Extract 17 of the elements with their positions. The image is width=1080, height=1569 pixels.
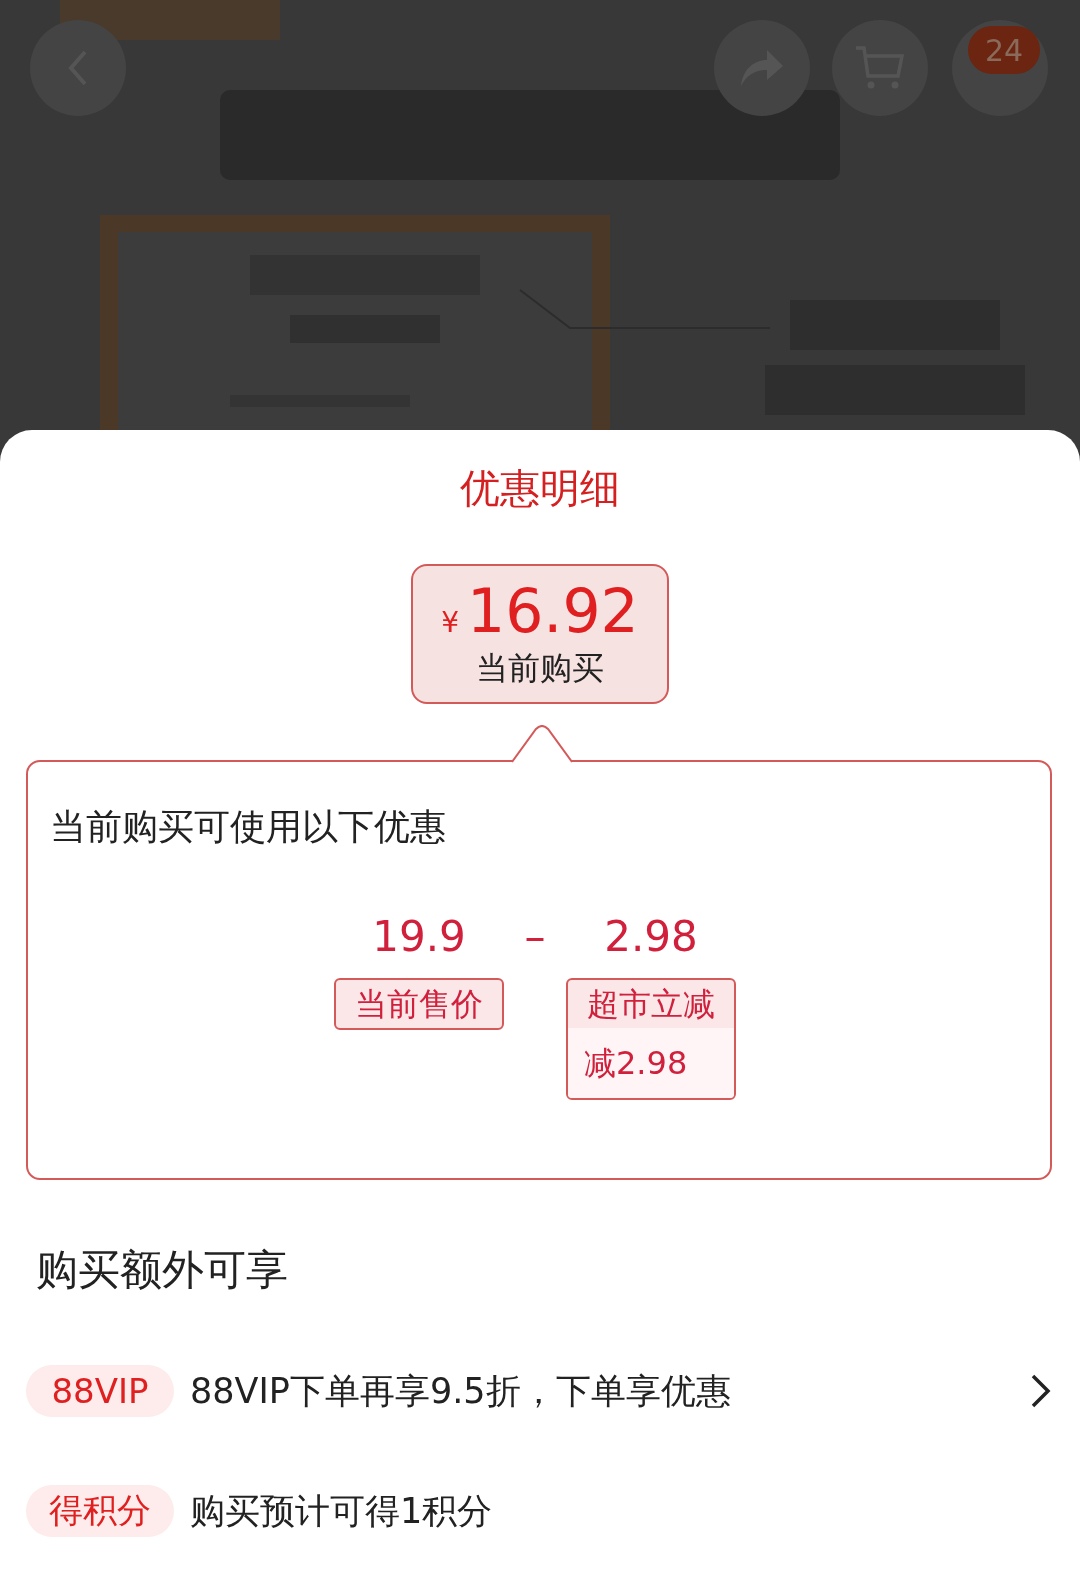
price-label: 当前购买 — [476, 648, 604, 689]
minus-sign: – — [524, 912, 546, 963]
sheet-title: 优惠明细 — [460, 464, 620, 512]
price-value: 2.98 — [604, 912, 698, 962]
benefit-badge: 88VIP — [26, 1365, 174, 1417]
price-tag: 超市立减 — [568, 980, 734, 1028]
price-value: 19.9 — [372, 912, 466, 962]
price-tag: 当前售价 — [334, 978, 504, 1030]
benefit-text: 购买预计可得1积分 — [190, 1489, 494, 1533]
section-title: 购买额外可享 — [36, 1244, 288, 1296]
price-amount: 16.92 — [467, 576, 639, 646]
benefit-text: 88VIP下单再享9.5折，下单享优惠 — [190, 1369, 732, 1413]
currency-symbol: ¥ — [441, 606, 459, 639]
discount-heading: 当前购买可使用以下优惠 — [50, 805, 446, 849]
chevron-icon[interactable] — [1030, 1373, 1052, 1409]
benefit-badge: 得积分 — [26, 1485, 174, 1537]
discount-detail: 减2.98 — [568, 1028, 734, 1098]
